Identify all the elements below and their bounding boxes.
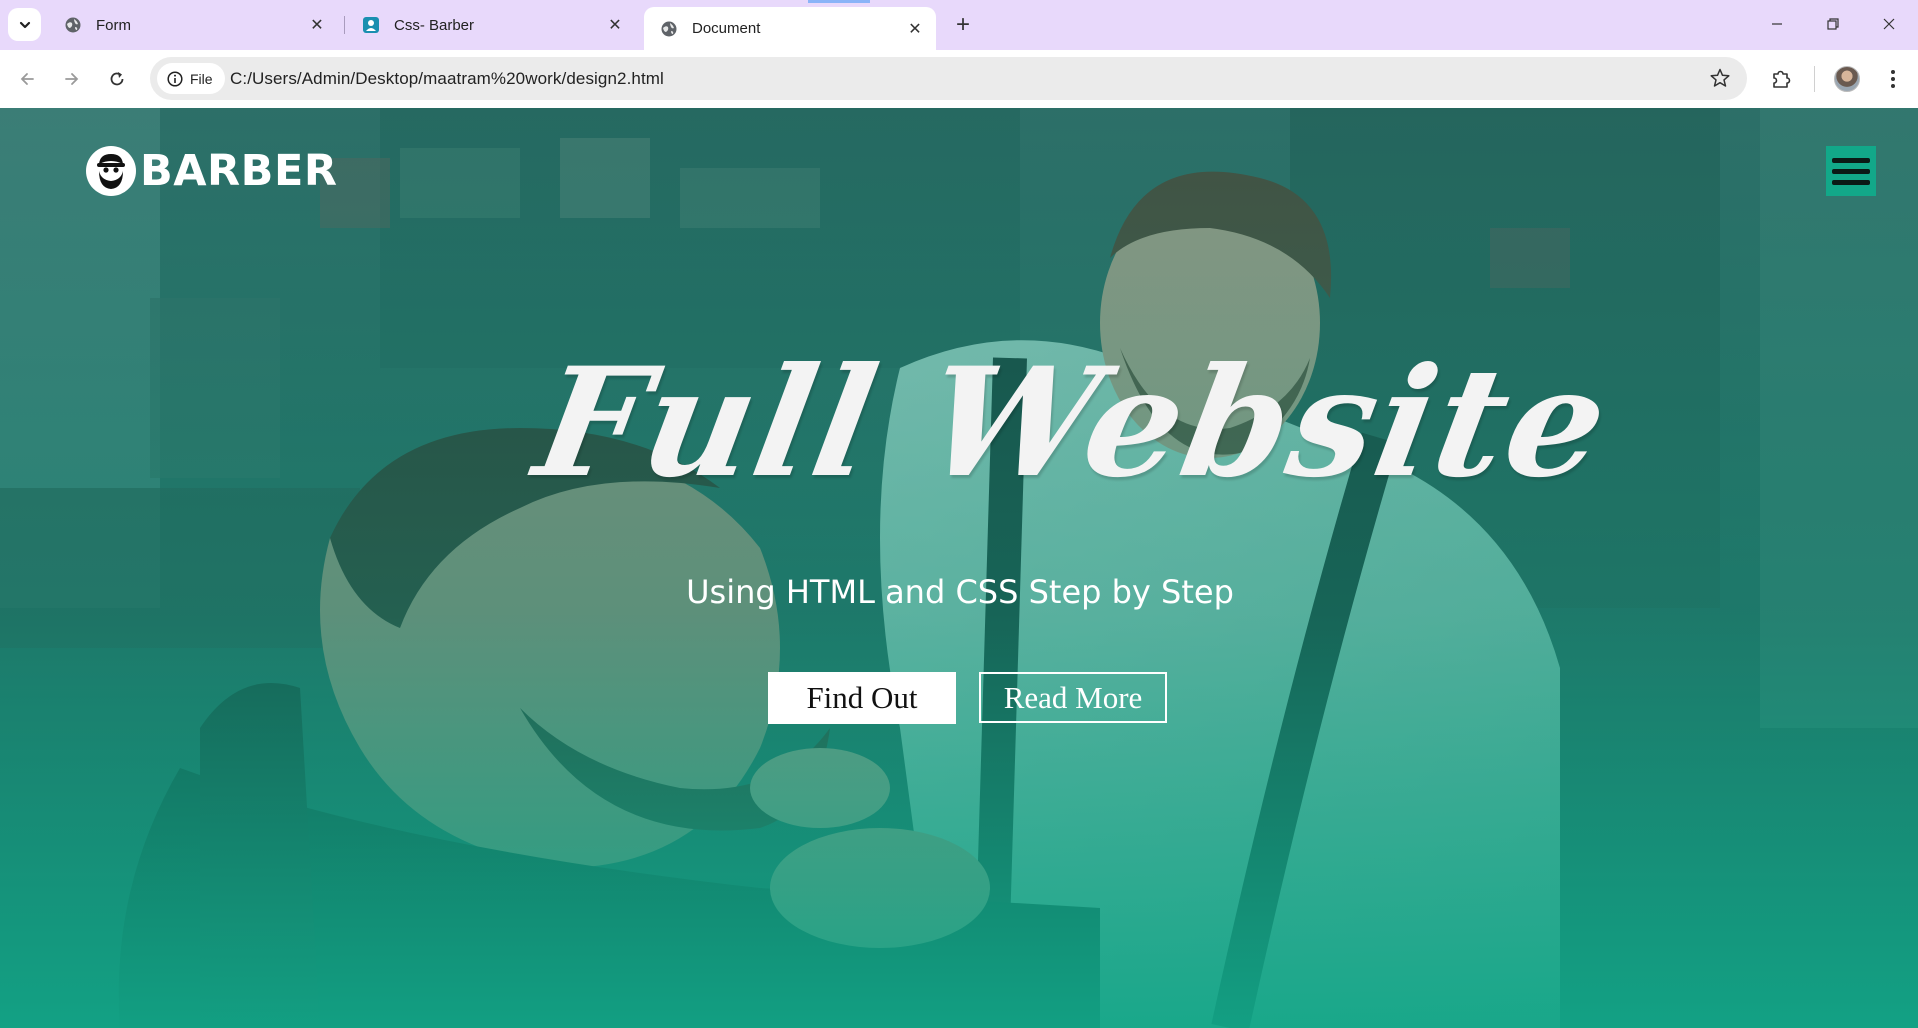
- site-info-label: File: [190, 70, 213, 87]
- forward-button[interactable]: [56, 63, 88, 95]
- address-bar[interactable]: File C:/Users/Admin/Desktop/maatram%20wo…: [150, 57, 1747, 100]
- close-icon[interactable]: ✕: [604, 14, 626, 36]
- globe-icon: [660, 20, 678, 38]
- menu-bar: [1832, 179, 1870, 185]
- tab-form[interactable]: Form ✕: [48, 7, 338, 43]
- tab-document[interactable]: Document ✕: [644, 7, 936, 50]
- tab-title: Css- Barber: [394, 16, 475, 34]
- site-info-chip[interactable]: File: [157, 63, 225, 94]
- tab-separator: [344, 16, 345, 34]
- restore-icon: [1827, 18, 1839, 30]
- close-window-button[interactable]: [1866, 8, 1912, 40]
- new-tab-button[interactable]: +: [948, 10, 978, 40]
- tab-loading-indicator: [808, 0, 870, 3]
- info-icon: [167, 70, 183, 87]
- more-vertical-icon: [1891, 70, 1895, 88]
- menu-bar: [1832, 168, 1870, 174]
- restore-button[interactable]: [1810, 8, 1856, 40]
- chevron-down-icon: [19, 21, 30, 28]
- find-out-button[interactable]: Find Out: [768, 672, 956, 724]
- globe-icon: [64, 16, 82, 34]
- minimize-icon: [1772, 23, 1782, 25]
- hamburger-menu-button[interactable]: [1826, 146, 1876, 196]
- read-more-button[interactable]: Read More: [979, 672, 1167, 723]
- bearded-man-icon: [86, 146, 136, 196]
- hero-title: Full Website: [524, 335, 1622, 511]
- page-viewport: BARBER Full Website Using HTML and CSS S…: [0, 108, 1918, 1028]
- puzzle-piece-icon: [1773, 70, 1791, 88]
- tab-title: Document: [692, 20, 761, 37]
- browser-menu-button[interactable]: [1876, 62, 1910, 96]
- browser-toolbar: File C:/Users/Admin/Desktop/maatram%20wo…: [0, 50, 1918, 108]
- bookmark-star-icon[interactable]: [1709, 67, 1731, 89]
- site-logo[interactable]: BARBER: [86, 146, 337, 196]
- reload-button[interactable]: [101, 63, 133, 95]
- close-icon[interactable]: ✕: [306, 14, 328, 36]
- hero-subtitle: Using HTML and CSS Step by Step: [686, 573, 1234, 611]
- logo-text: BARBER: [140, 146, 338, 196]
- extensions-button[interactable]: [1764, 62, 1798, 96]
- avatar: [1834, 66, 1860, 92]
- arrow-right-icon: [65, 73, 79, 85]
- menu-bar: [1832, 157, 1870, 163]
- contact-card-icon: [362, 16, 380, 34]
- browser-tab-strip: Form ✕ Css- Barber ✕ Document ✕ +: [0, 0, 1918, 50]
- close-icon[interactable]: ✕: [904, 18, 926, 40]
- tab-css-barber[interactable]: Css- Barber ✕: [346, 7, 636, 43]
- profile-button[interactable]: [1830, 62, 1864, 96]
- back-button[interactable]: [11, 63, 43, 95]
- toolbar-divider: [1814, 66, 1815, 92]
- arrow-left-icon: [20, 73, 34, 85]
- tab-title: Form: [96, 16, 131, 34]
- url-text[interactable]: C:/Users/Admin/Desktop/maatram%20work/de…: [230, 69, 664, 89]
- plus-icon: +: [955, 11, 970, 38]
- minimize-button[interactable]: [1754, 8, 1800, 40]
- close-icon: [1883, 18, 1895, 30]
- color-overlay: [0, 108, 1918, 1028]
- reload-icon: [110, 72, 124, 86]
- tab-search-button[interactable]: [8, 8, 41, 41]
